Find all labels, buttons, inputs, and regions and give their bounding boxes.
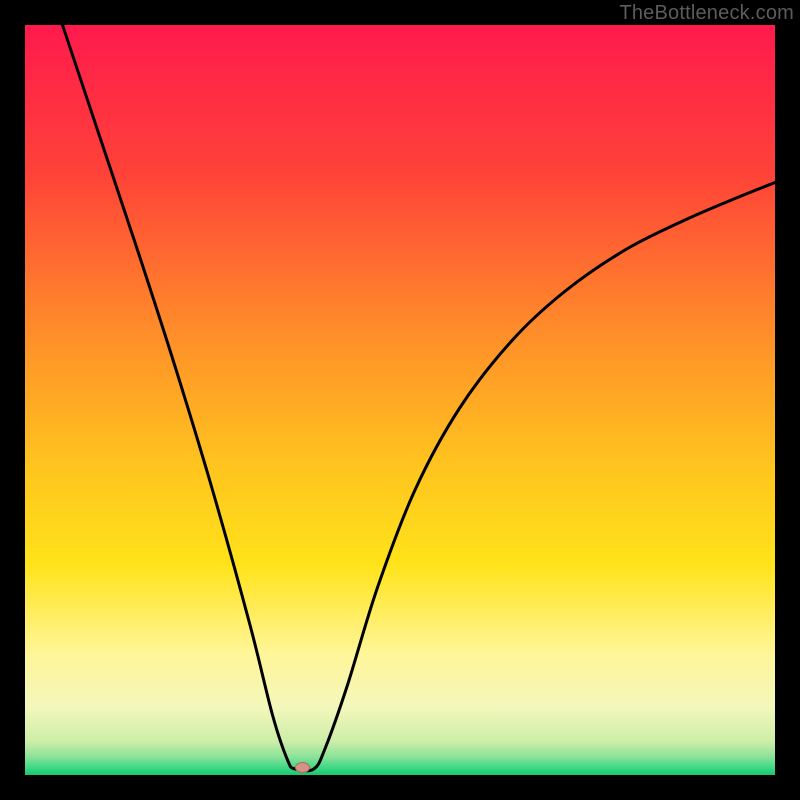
chart-svg (25, 25, 775, 775)
chart-plot-area (25, 25, 775, 775)
chart-frame: TheBottleneck.com (0, 0, 800, 800)
watermark-text: TheBottleneck.com (619, 2, 794, 25)
gradient-background (25, 25, 775, 775)
optimal-point-marker (296, 763, 310, 773)
